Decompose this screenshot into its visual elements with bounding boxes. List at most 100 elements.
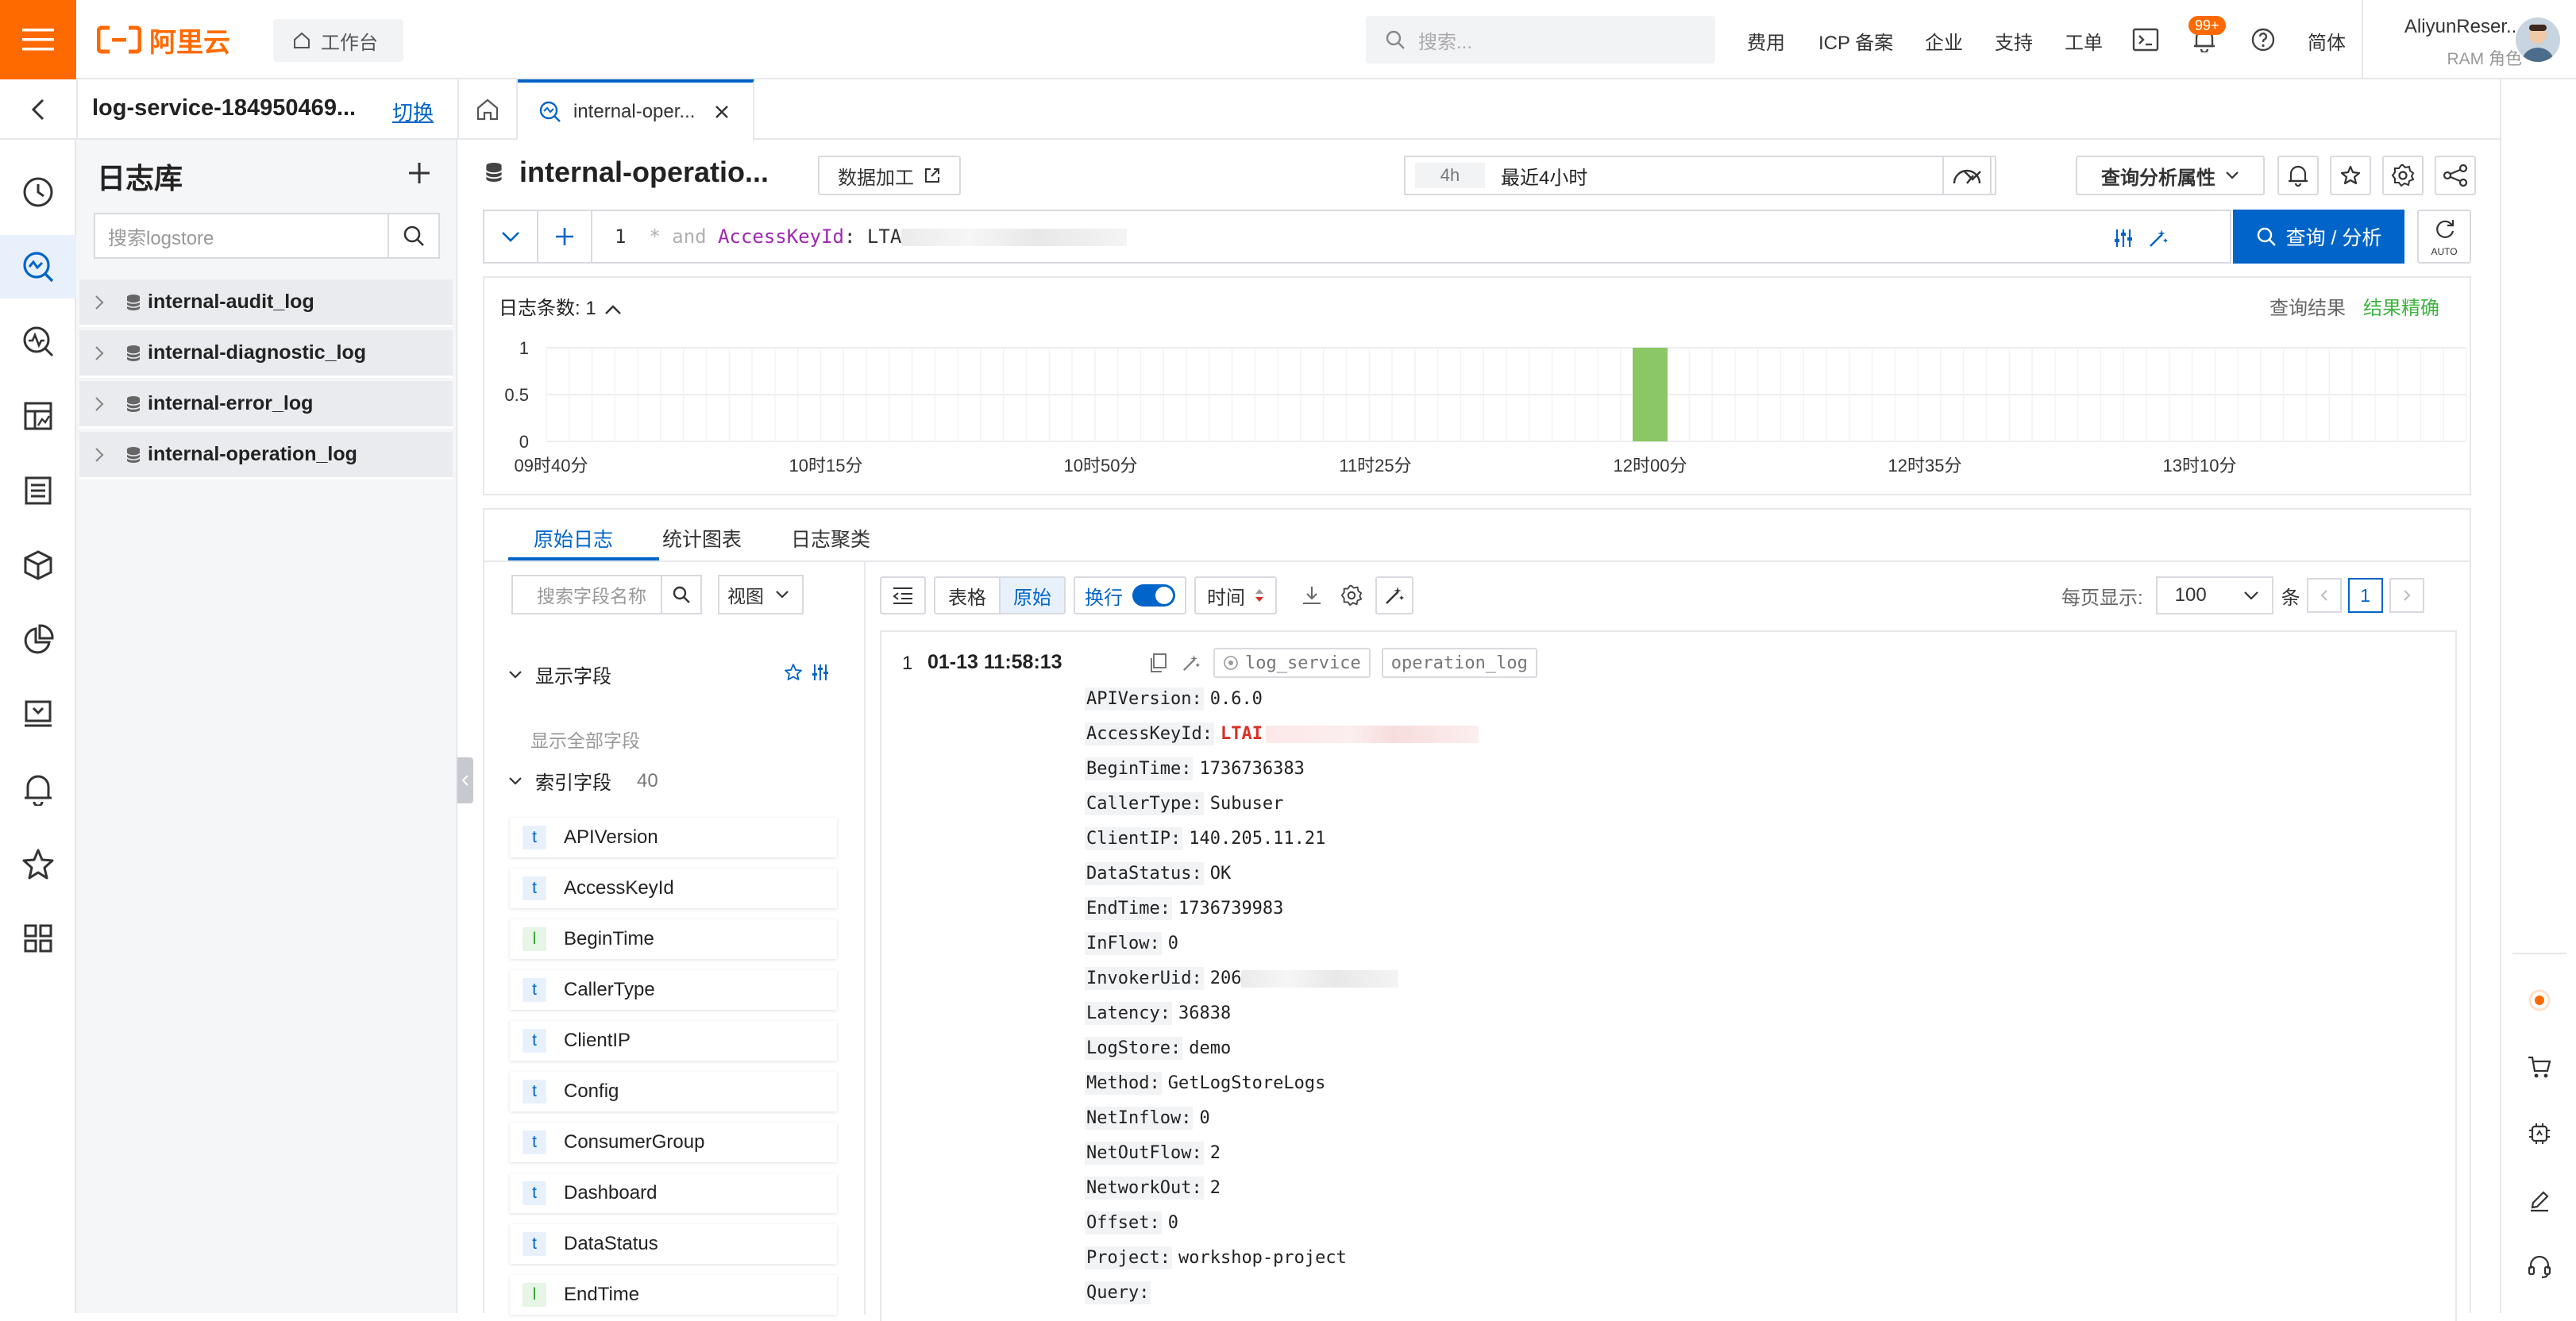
data-processing-button[interactable]: 数据加工 — [818, 156, 961, 195]
dashboard-icon[interactable] — [0, 384, 76, 448]
field-item[interactable]: t APIVersion — [510, 818, 837, 857]
tab-log-clustering[interactable]: 日志聚类 — [791, 524, 870, 553]
log-field-value[interactable]: 206 — [1210, 969, 1242, 988]
log-field-key[interactable]: AccessKeyId: — [1085, 722, 1214, 745]
hamburger-menu-icon[interactable] — [0, 0, 76, 79]
magic-wand-icon[interactable] — [1375, 576, 1413, 614]
log-field-key[interactable]: ClientIP: — [1085, 827, 1183, 850]
log-field-key[interactable]: Method: — [1085, 1072, 1162, 1095]
next-page-chevron-right-icon[interactable] — [2389, 578, 2424, 613]
log-field-value[interactable]: GetLogStoreLogs — [1168, 1073, 1326, 1093]
log-field-value[interactable]: 2 — [1210, 1178, 1221, 1198]
package-icon[interactable] — [0, 533, 76, 597]
field-item[interactable]: t DataStatus — [510, 1224, 837, 1264]
alert-bell-icon[interactable] — [0, 757, 76, 821]
tab-raw-logs[interactable]: 原始日志 — [534, 524, 613, 553]
log-field-key[interactable]: InFlow: — [1085, 932, 1162, 955]
indexed-fields-header[interactable]: 索引字段 40 — [508, 767, 658, 795]
nav-ticket[interactable]: 工单 — [2065, 27, 2103, 55]
workspace-button[interactable]: 工作台 — [273, 19, 403, 62]
log-field-key[interactable]: Offset: — [1085, 1211, 1162, 1234]
back-arrow-icon[interactable] — [0, 79, 76, 140]
query-editor[interactable]: 1 * and AccessKeyId: LTA — [483, 210, 2231, 264]
time-range-select[interactable]: 4h 最近4小时 — [1404, 156, 1996, 195]
wrap-toggle[interactable]: 换行 — [1074, 576, 1186, 614]
monitor-icon[interactable] — [0, 310, 76, 373]
history-dropdown-chevron-down-icon[interactable] — [484, 211, 538, 262]
logstore-item[interactable]: internal-operation_log — [79, 432, 453, 479]
download-icon[interactable] — [1296, 576, 1328, 614]
chevron-right-icon[interactable] — [79, 380, 119, 428]
log-field-key[interactable]: InvokerUid: — [1085, 967, 1204, 990]
logstore-item[interactable]: internal-error_log — [79, 381, 453, 429]
log-field-value[interactable]: workshop-project — [1178, 1248, 1347, 1268]
logstore-item[interactable]: internal-diagnostic_log — [79, 330, 453, 378]
logstore-search-input[interactable]: 搜索logstore — [95, 214, 388, 257]
query-text[interactable]: 1 * and AccessKeyId: LTA — [615, 225, 1128, 248]
auto-refresh-gauge-button[interactable] — [1942, 156, 1992, 195]
clock-icon[interactable] — [0, 160, 76, 224]
log-field-value[interactable]: 1736736383 — [1199, 759, 1304, 779]
wrap-switch[interactable] — [1132, 584, 1175, 607]
log-field-value[interactable]: 0.6.0 — [1210, 689, 1263, 709]
nav-enterprise[interactable]: 企业 — [1925, 27, 1963, 55]
log-field-key[interactable]: NetworkOut: — [1085, 1177, 1204, 1200]
avatar[interactable] — [2516, 17, 2560, 62]
nav-billing[interactable]: 费用 — [1747, 27, 1785, 55]
search-analyze-button[interactable]: 查询 / 分析 — [2233, 210, 2404, 264]
magic-wand-icon[interactable] — [1180, 648, 1202, 678]
field-item[interactable]: t ClientIP — [510, 1021, 837, 1061]
histogram-bar[interactable] — [1633, 348, 1668, 441]
log-field-value[interactable]: 2 — [1210, 1143, 1221, 1163]
home-tab[interactable] — [457, 79, 518, 140]
shown-fields-header[interactable]: 显示字段 — [508, 660, 611, 688]
gear-icon[interactable] — [1336, 576, 1367, 614]
magic-wand-icon[interactable] — [2144, 224, 2173, 252]
switch-project-link[interactable]: 切换 — [392, 97, 434, 126]
collapse-fields-icon[interactable] — [880, 576, 926, 614]
copy-icon[interactable] — [1147, 648, 1169, 678]
field-item[interactable]: t AccessKeyId — [510, 868, 837, 908]
aliyun-logo[interactable]: 阿里云 — [97, 22, 230, 58]
log-field-key[interactable]: NetInflow: — [1085, 1107, 1194, 1130]
field-item[interactable]: t Config — [510, 1072, 837, 1111]
log-field-key[interactable]: BeginTime: — [1085, 757, 1194, 780]
show-all-fields-link[interactable]: 显示全部字段 — [530, 726, 640, 753]
field-item[interactable]: t CallerType — [510, 970, 837, 1010]
field-search-button[interactable] — [661, 576, 700, 613]
chevron-right-icon[interactable] — [79, 329, 119, 377]
log-field-value[interactable]: 140.205.11.21 — [1189, 829, 1325, 849]
prev-page-chevron-left-icon[interactable] — [2306, 578, 2342, 613]
log-source-tag[interactable]: log_service — [1213, 648, 1371, 678]
field-settings-sliders-icon[interactable] — [808, 660, 832, 684]
log-field-key[interactable]: APIVersion: — [1085, 687, 1204, 711]
histogram-chart[interactable]: 1 0.5 0 09时40分 10时15分 10时50分 11时25分 12时00分 12时35… — [484, 278, 2470, 494]
auto-refresh-button[interactable]: AUTO — [2417, 210, 2471, 264]
log-field-value[interactable]: demo — [1189, 1038, 1231, 1058]
log-field-key[interactable]: CallerType: — [1085, 792, 1204, 815]
current-page[interactable]: 1 — [2347, 578, 2383, 613]
star-outline-icon[interactable] — [781, 660, 805, 684]
alert-button[interactable] — [2277, 156, 2319, 195]
log-topic-tag[interactable]: operation_log — [1381, 648, 1537, 678]
chevron-right-icon[interactable] — [79, 279, 119, 326]
pie-chart-icon[interactable] — [0, 608, 76, 672]
sliders-icon[interactable] — [2109, 224, 2138, 252]
add-condition-plus-icon[interactable] — [538, 211, 592, 262]
field-item[interactable]: t Dashboard — [510, 1173, 837, 1213]
log-field-key[interactable]: NetOutFlow: — [1085, 1142, 1204, 1165]
log-field-key[interactable]: DataStatus: — [1085, 862, 1204, 885]
chip-icon[interactable] — [2501, 1110, 2576, 1157]
report-icon[interactable] — [0, 459, 76, 522]
nav-icp[interactable]: ICP 备案 — [1818, 27, 1893, 55]
log-field-value[interactable]: 0 — [1199, 1108, 1209, 1128]
field-item[interactable]: t ConsumerGroup — [510, 1123, 837, 1162]
tab-internal-operation-log[interactable]: internal-oper... — [518, 79, 754, 141]
collapse-panel-handle[interactable] — [457, 757, 473, 803]
status-dot-icon[interactable] — [2501, 976, 2576, 1024]
time-sort-button[interactable]: 时间 — [1194, 576, 1277, 614]
data-import-icon[interactable] — [0, 683, 76, 746]
help-icon[interactable] — [2247, 24, 2279, 56]
field-search-input[interactable]: 搜索字段名称 — [513, 576, 661, 613]
favorite-button[interactable] — [2330, 156, 2371, 195]
